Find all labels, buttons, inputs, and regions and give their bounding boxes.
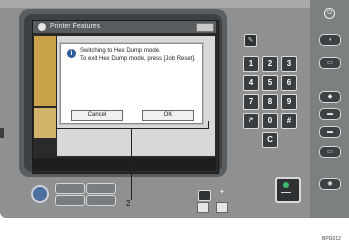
dialog-message-line2: To exit Hex Dump mode, press [Job Reset]…: [80, 56, 196, 62]
function-key-3[interactable]: [55, 195, 85, 206]
screen-title: Printer Features: [50, 23, 101, 30]
function-key-2[interactable]: [86, 183, 116, 194]
key-hash[interactable]: #: [281, 113, 297, 129]
function-key-4[interactable]: [86, 195, 116, 206]
key-star[interactable]: /*: [243, 113, 259, 129]
callout-bracket: [56, 121, 209, 129]
callout-leader-line: [131, 128, 132, 200]
job-reset-button[interactable]: ▭: [319, 146, 341, 158]
start-button[interactable]: [275, 177, 301, 203]
start-indicator-icon: [283, 182, 289, 188]
program-button[interactable]: ▭: [319, 57, 341, 69]
interrupt-button[interactable]: ◆: [319, 91, 341, 103]
key-1[interactable]: 1: [243, 56, 259, 72]
side-knob: [0, 128, 4, 138]
callout-number: 2: [126, 199, 131, 208]
stop-button[interactable]: [198, 190, 211, 201]
user-tools-icon[interactable]: ✎: [244, 34, 257, 47]
power-icon: ⏻: [324, 8, 335, 19]
figure-code: BPG012: [322, 236, 341, 242]
key-4[interactable]: 4: [243, 75, 259, 91]
data-in-indicator: [197, 202, 209, 213]
ok-button[interactable]: OK: [142, 110, 194, 121]
panel-top-edge: [0, 0, 349, 8]
start-button-mark: [281, 192, 291, 193]
sample-copy-button[interactable]: ▬: [319, 108, 341, 120]
reset-button[interactable]: ◖: [319, 34, 341, 46]
energy-saver-icon: ✦: [219, 189, 225, 196]
function-key-1[interactable]: [55, 183, 85, 194]
printer-icon: [38, 23, 46, 31]
menu-column: [34, 36, 56, 106]
key-3[interactable]: 3: [281, 56, 297, 72]
exit-button[interactable]: [196, 23, 214, 32]
key-9[interactable]: 9: [281, 94, 297, 110]
home-button[interactable]: [31, 185, 49, 203]
cancel-button[interactable]: Cancel: [71, 110, 123, 121]
check-status-button[interactable]: ◉: [319, 178, 341, 190]
key-7[interactable]: 7: [243, 94, 259, 110]
dialog-message-line1: Switching to Hex Dump mode.: [80, 48, 161, 54]
key-6[interactable]: 6: [281, 75, 297, 91]
key-8[interactable]: 8: [262, 94, 278, 110]
clear-key[interactable]: C: [262, 132, 278, 148]
key-5[interactable]: 5: [262, 75, 278, 91]
menu-column-lower: [34, 108, 56, 138]
status-bar: [33, 158, 216, 171]
stop-function-button[interactable]: ▬: [319, 126, 341, 138]
info-icon: i: [67, 49, 76, 58]
key-2[interactable]: 2: [262, 56, 278, 72]
key-0[interactable]: 0: [262, 113, 278, 129]
main-power-indicator: [216, 202, 228, 213]
